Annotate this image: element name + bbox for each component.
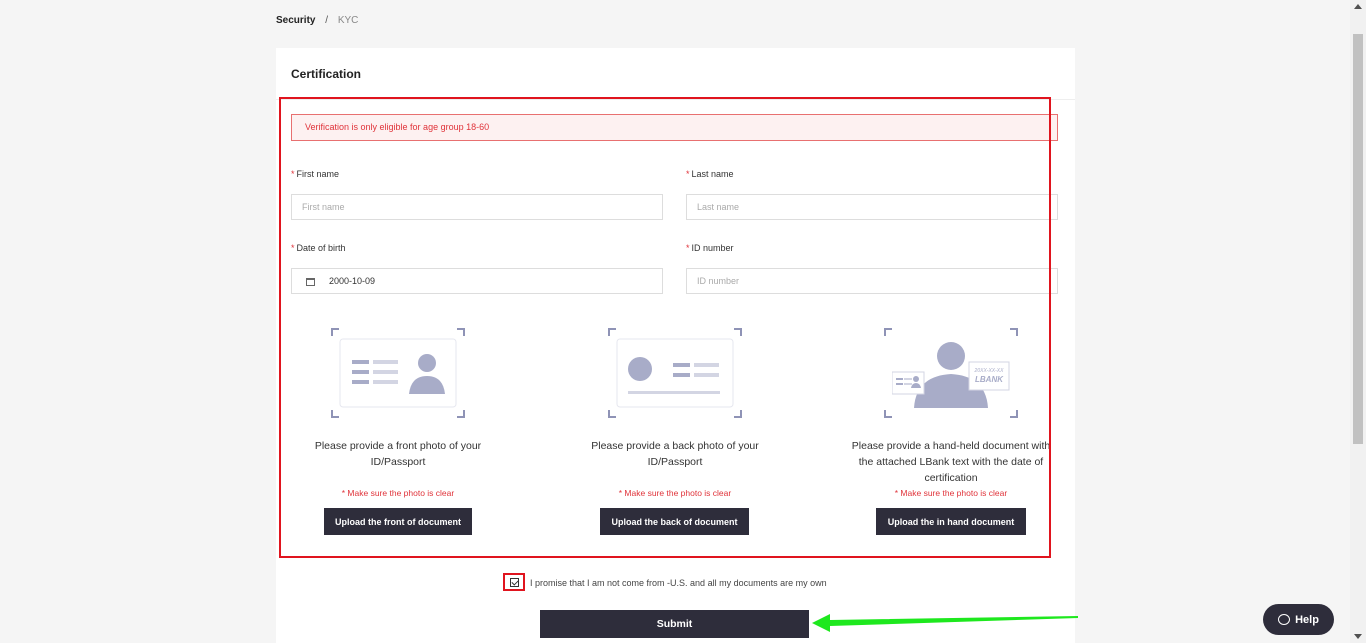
breadcrumb-current: KYC — [337, 15, 359, 26]
hand-held-document-note: * Make sure the photo is clear — [894, 488, 1008, 498]
required-mark: * — [291, 243, 295, 253]
back-document-caption: Please provide a back photo of your ID/P… — [591, 440, 759, 468]
id-number-input[interactable] — [686, 268, 1058, 294]
date-of-birth-picker[interactable]: 2000-10-09 — [291, 268, 663, 294]
promise-checkbox-highlight — [503, 573, 525, 591]
promise-text: I promise that I am not come from -U.S. … — [530, 578, 827, 588]
date-of-birth-value: 2000-10-09 — [329, 276, 376, 286]
age-eligibility-alert: Verification is only eligible for age gr… — [291, 114, 1058, 141]
dob-label-text: Date of birth — [296, 243, 346, 253]
first-name-label: * First name — [291, 169, 339, 179]
page-title: Certification — [291, 67, 362, 81]
required-mark: * — [291, 169, 295, 179]
hand-held-document-icon: 20XX-XX-XX LBANK — [892, 342, 1010, 408]
id-number-label-text: ID number — [691, 243, 734, 253]
back-document-frame — [608, 328, 742, 418]
id-number-label: * ID number — [686, 243, 734, 253]
hand-held-document-section: 20XX-XX-XX LBANK Please provide a hand-h… — [851, 328, 1051, 486]
breadcrumb-security-link[interactable]: Security — [276, 15, 315, 26]
first-name-input[interactable] — [291, 194, 663, 220]
front-document-caption: Please provide a front photo of your ID/… — [314, 440, 482, 468]
annotation-arrow-icon — [812, 614, 1078, 632]
id-back-icon — [616, 338, 734, 408]
first-name-label-text: First name — [296, 169, 340, 179]
divider — [276, 99, 1075, 100]
scroll-up-icon[interactable] — [1354, 4, 1362, 9]
id-front-icon — [339, 338, 457, 408]
last-name-label-text: Last name — [691, 169, 734, 179]
last-name-label: * Last name — [686, 169, 734, 179]
hand-held-document-caption: Please provide a hand-held document with… — [851, 440, 1051, 484]
chat-bubble-icon — [1278, 614, 1291, 625]
page-scrollbar[interactable] — [1350, 0, 1366, 643]
paper-brand-text: LBANK — [975, 375, 1004, 384]
front-document-frame — [331, 328, 465, 418]
breadcrumb-separator: / — [325, 15, 329, 26]
required-mark: * — [686, 243, 690, 253]
front-document-section: Please provide a front photo of your ID/… — [298, 328, 498, 470]
back-document-note: * Make sure the photo is clear — [618, 488, 732, 498]
back-document-section: Please provide a back photo of your ID/P… — [575, 328, 775, 470]
help-label: Help — [1295, 613, 1319, 626]
hand-held-document-frame: 20XX-XX-XX LBANK — [884, 328, 1018, 418]
upload-front-button[interactable]: Upload the front of document — [324, 508, 472, 535]
breadcrumb: Security / KYC — [276, 15, 358, 26]
front-document-note: * Make sure the photo is clear — [341, 488, 455, 498]
promise-checkbox[interactable] — [510, 578, 519, 587]
help-button[interactable]: Help — [1263, 604, 1334, 635]
last-name-input[interactable] — [686, 194, 1058, 220]
upload-in-hand-button[interactable]: Upload the in hand document — [876, 508, 1026, 535]
scrollbar-thumb[interactable] — [1353, 34, 1363, 444]
submit-button[interactable]: Submit — [540, 610, 809, 638]
paper-date-text: 20XX-XX-XX — [974, 368, 1005, 374]
required-mark: * — [686, 169, 690, 179]
upload-back-button[interactable]: Upload the back of document — [600, 508, 749, 535]
calendar-icon — [306, 278, 315, 286]
scroll-down-icon[interactable] — [1354, 634, 1362, 639]
dob-label: * Date of birth — [291, 243, 346, 253]
